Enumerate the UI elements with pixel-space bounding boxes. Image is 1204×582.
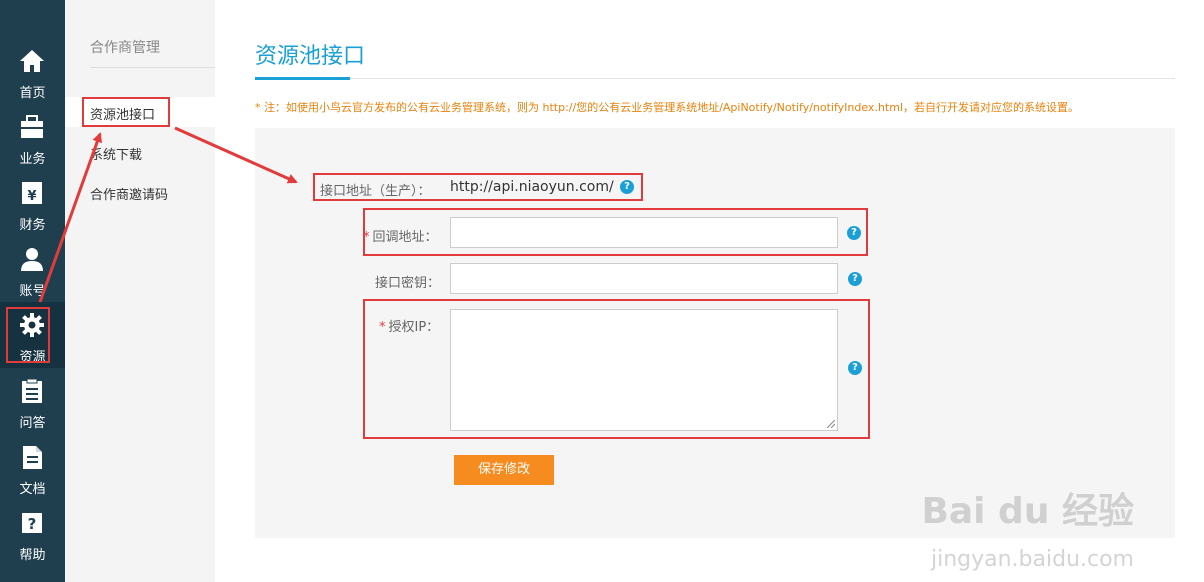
briefcase-icon: [21, 115, 43, 138]
api-key-input[interactable]: [450, 263, 838, 294]
callback-url-input[interactable]: [450, 217, 838, 248]
notice-text: * 注：如使用小鸟云官方发布的公有云业务管理系统，则为 http://您的公有云…: [255, 101, 1079, 114]
auth-ip-label: * 授权IP：: [379, 316, 439, 335]
nav-item-label: 首页: [19, 86, 46, 101]
question-icon: ?: [22, 513, 42, 533]
nav-item-help[interactable]: ? 帮助: [0, 500, 65, 566]
sub-nav: 合作商管理 资源池接口 系统下载 合作商邀请码: [65, 0, 215, 582]
nav-item-label: 帮助: [19, 548, 46, 563]
callback-label: * 回调地址：: [363, 226, 438, 245]
auth-ip-textarea[interactable]: [450, 309, 838, 431]
nav-item-home[interactable]: 首页: [0, 38, 65, 104]
api-address-value: http://api.niaoyun.com/: [450, 179, 614, 195]
annotation-highlight-box: [6, 307, 50, 363]
subnav-title: 合作商管理: [90, 40, 160, 56]
nav-item-label: 账号: [19, 284, 46, 299]
watermark-logo: Bai du 经验: [921, 491, 1134, 532]
api-address-label: 接口地址（生产）：: [320, 184, 431, 199]
page-title: 资源池接口: [255, 44, 366, 69]
subnav-item-downloads[interactable]: 系统下载: [90, 144, 142, 163]
user-icon: [21, 248, 43, 271]
resize-grip-icon[interactable]: [827, 420, 835, 428]
required-mark: *: [379, 320, 386, 335]
title-underline: [255, 77, 350, 80]
watermark-url: jingyan.baidu.com: [930, 547, 1134, 572]
form-panel: 接口地址（生产）： http://api.niaoyun.com/ ? * 回调地…: [255, 128, 1175, 538]
api-address-help-icon[interactable]: ?: [620, 180, 634, 194]
annotation-highlight-box: [82, 97, 170, 127]
main-nav: 首页 业务 ¥ 财务 账号 资源 问答 文档 ? 帮助: [0, 0, 65, 582]
subnav-divider: [90, 67, 215, 68]
callback-label-text: 回调地址：: [372, 230, 438, 245]
home-icon: [20, 50, 44, 72]
clipboard-icon: [22, 378, 42, 403]
nav-item-label: 文档: [19, 482, 46, 497]
nav-item-docs[interactable]: 文档: [0, 434, 65, 500]
api-key-help-icon[interactable]: ?: [848, 272, 862, 286]
callback-help-icon[interactable]: ?: [847, 226, 861, 240]
nav-item-qa[interactable]: 问答: [0, 368, 65, 434]
nav-item-resources[interactable]: 资源: [0, 302, 65, 368]
auth-ip-help-icon[interactable]: ?: [848, 361, 862, 375]
yuan-wallet-icon: ¥: [22, 182, 42, 204]
nav-item-label: 财务: [19, 218, 46, 233]
svg-text:?: ?: [28, 515, 37, 533]
document-icon: [23, 446, 42, 469]
title-rule: [255, 78, 1175, 79]
api-key-label: 接口密钥：: [375, 276, 441, 291]
subnav-item-invite-code[interactable]: 合作商邀请码: [90, 184, 168, 203]
nav-item-finance[interactable]: ¥ 财务: [0, 170, 65, 236]
app-root: 首页 业务 ¥ 财务 账号 资源 问答 文档 ? 帮助 合作商管理 资源池接口 …: [0, 0, 1204, 582]
svg-text:¥: ¥: [27, 189, 36, 204]
auth-ip-label-text: 授权IP：: [388, 320, 440, 335]
required-mark: *: [363, 230, 370, 245]
save-button[interactable]: 保存修改: [454, 455, 554, 485]
nav-item-business[interactable]: 业务: [0, 104, 65, 170]
nav-item-label: 业务: [19, 152, 46, 167]
nav-item-label: 问答: [19, 416, 46, 431]
nav-item-account[interactable]: 账号: [0, 236, 65, 302]
